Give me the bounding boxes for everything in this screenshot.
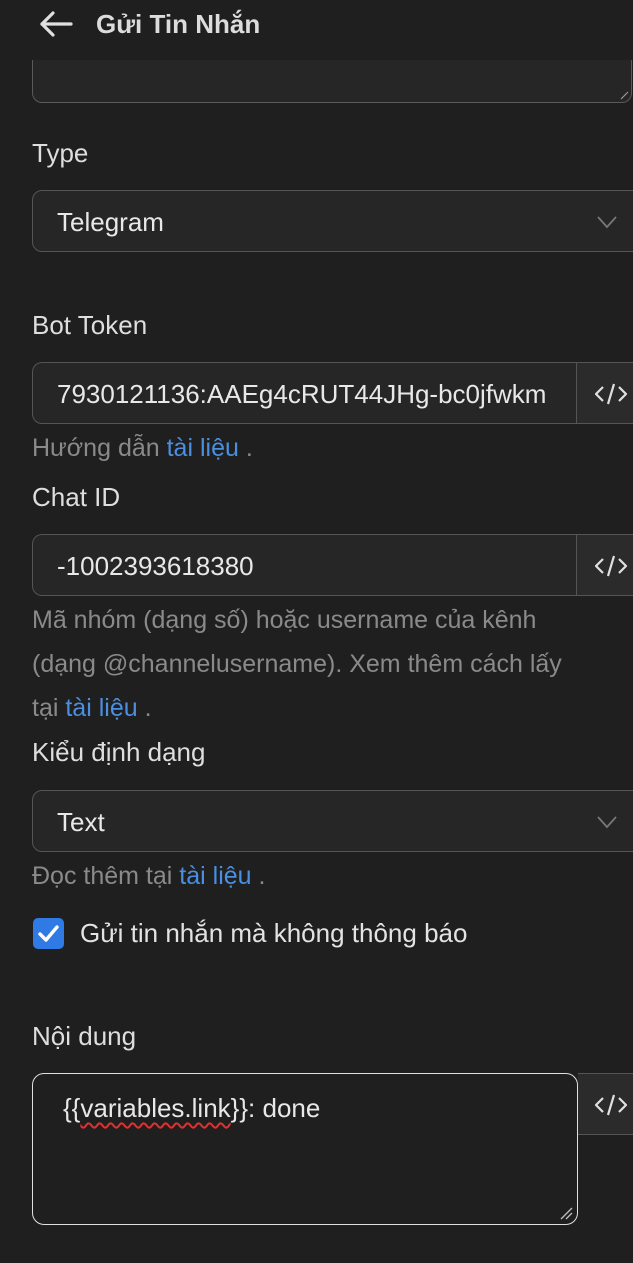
format-helper-text: Đọc thêm tại — [32, 862, 173, 890]
resize-grip-icon[interactable] — [559, 1206, 573, 1220]
content-prefix: {{ — [63, 1093, 81, 1123]
silent-checkbox[interactable] — [33, 918, 64, 949]
bot-token-helper-dot: . — [245, 434, 253, 462]
code-icon — [594, 555, 628, 577]
format-doc-link[interactable]: tài liệu — [179, 862, 251, 890]
format-label: Kiểu định dạng — [32, 737, 206, 767]
bot-token-label: Bot Token — [32, 310, 148, 340]
bot-token-helper: Hướng dẫn tài liệu . — [32, 426, 253, 470]
format-helper: Đọc thêm tại tài liệu . — [32, 854, 265, 898]
chat-id-helper: Mã nhóm (dạng số) hoặc username của kênh… — [32, 598, 562, 730]
page-title: Gửi Tin Nhắn — [96, 9, 261, 39]
previous-textarea[interactable] — [32, 60, 632, 103]
type-select-value: Telegram — [57, 207, 164, 237]
chat-id-label: Chat ID — [32, 482, 121, 512]
chevron-down-icon — [597, 216, 617, 229]
content-label: Nội dung — [32, 1021, 137, 1051]
back-button[interactable] — [36, 6, 76, 42]
chat-id-helper-line1: Mã nhóm (dạng số) hoặc username của kênh — [32, 606, 537, 634]
chat-id-input[interactable]: -1002393618380 — [32, 534, 576, 596]
content-text: {{variables.link}}: done — [63, 1093, 320, 1124]
chevron-down-icon — [597, 816, 617, 829]
type-select[interactable]: Telegram — [32, 190, 633, 252]
chat-id-doc-link[interactable]: tài liệu — [65, 694, 137, 722]
bot-token-input[interactable]: 7930121136:AAEg4cRUT44JHg-bc0jfwkm — [32, 362, 576, 424]
code-icon — [594, 383, 628, 405]
chat-id-value: -1002393618380 — [57, 551, 254, 581]
format-helper-dot: . — [258, 862, 266, 890]
bot-token-value: 7930121136:AAEg4cRUT44JHg-bc0jfwkm — [57, 379, 547, 409]
chat-id-helper-line2: (dạng @channelusername). Xem thêm cách l… — [32, 650, 562, 678]
bot-token-doc-link[interactable]: tài liệu — [167, 434, 239, 462]
content-code-button[interactable] — [578, 1073, 633, 1135]
silent-checkbox-label[interactable]: Gửi tin nhắn mà không thông báo — [80, 918, 467, 949]
checkmark-icon — [38, 925, 59, 942]
format-select[interactable]: Text — [32, 790, 633, 852]
bot-token-helper-text: Hướng dẫn — [32, 434, 160, 462]
resize-grip-icon[interactable] — [619, 90, 629, 100]
format-select-value: Text — [57, 807, 105, 837]
chat-id-helper-line3: tại tài liệu . — [32, 686, 562, 730]
type-label: Type — [32, 138, 89, 168]
send-message-panel: Gửi Tin Nhắn Type Telegram Bot Token 793… — [0, 0, 633, 1263]
header: Gửi Tin Nhắn — [0, 0, 633, 50]
chat-id-helper-dot: . — [144, 694, 152, 722]
content-variable: variables.link — [80, 1093, 231, 1123]
chat-id-helper-prefix: tại — [32, 694, 59, 722]
bot-token-code-button[interactable] — [576, 362, 633, 424]
arrow-left-icon — [40, 11, 73, 37]
content-suffix: }}: done — [230, 1093, 321, 1123]
chat-id-code-button[interactable] — [576, 534, 633, 596]
code-icon — [594, 1094, 628, 1116]
content-textarea[interactable]: {{variables.link}}: done — [32, 1073, 578, 1225]
